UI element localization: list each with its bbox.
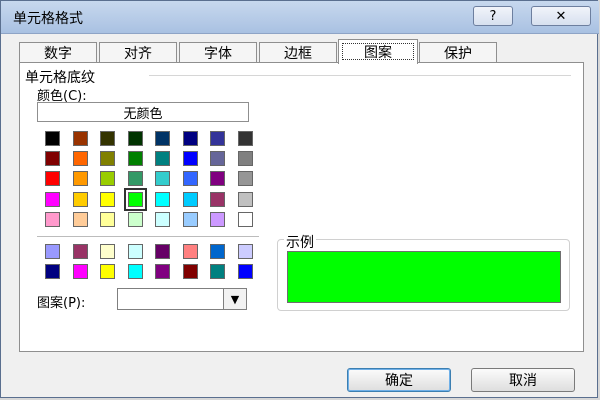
sample-title: 示例	[284, 232, 316, 252]
tab-font[interactable]: 字体	[179, 42, 257, 63]
color-swatch[interactable]	[45, 191, 60, 207]
tab-border[interactable]: 边框	[259, 42, 337, 63]
color-swatch[interactable]	[182, 151, 198, 167]
color-swatch[interactable]	[210, 211, 225, 227]
color-swatch[interactable]	[182, 211, 198, 227]
pattern-dropdown[interactable]: ▼	[117, 288, 247, 310]
color-swatch[interactable]	[72, 151, 88, 167]
color-swatch[interactable]	[100, 211, 115, 227]
tab-alignment[interactable]: 对齐	[99, 42, 177, 63]
help-icon: ?	[489, 8, 497, 24]
color-swatch[interactable]	[100, 244, 115, 259]
color-swatch[interactable]	[210, 191, 225, 207]
color-swatch[interactable]	[210, 264, 225, 280]
color-swatch[interactable]	[155, 191, 170, 207]
color-swatch[interactable]	[45, 211, 60, 227]
color-swatch[interactable]	[45, 151, 60, 167]
color-swatch[interactable]	[182, 264, 198, 280]
color-swatch[interactable]	[127, 211, 143, 227]
no-color-button[interactable]: 无颜色	[37, 102, 249, 122]
color-swatch[interactable]	[45, 171, 60, 187]
cancel-button[interactable]: 取消	[471, 368, 575, 392]
tab-strip: 数字 对齐 字体 边框 图案 保护	[19, 39, 589, 64]
color-swatch[interactable]	[210, 131, 225, 146]
tab-number[interactable]: 数字	[19, 42, 97, 63]
color-swatch[interactable]	[127, 151, 143, 167]
color-swatch[interactable]	[237, 151, 253, 167]
cell-shading-title: 单元格底纹	[25, 67, 99, 87]
color-swatch[interactable]	[155, 264, 170, 280]
color-swatch[interactable]	[100, 131, 115, 146]
color-swatch[interactable]	[237, 171, 253, 187]
color-swatch[interactable]	[127, 264, 143, 280]
color-swatch[interactable]	[155, 211, 170, 227]
close-icon: ✕	[555, 8, 567, 24]
color-swatch[interactable]	[210, 151, 225, 167]
group-divider	[149, 75, 571, 76]
color-swatch[interactable]	[72, 171, 88, 187]
sample-preview	[287, 251, 561, 303]
color-swatch[interactable]	[72, 264, 88, 280]
color-swatch[interactable]	[155, 244, 170, 259]
color-swatch[interactable]	[127, 131, 143, 146]
color-swatch[interactable]	[72, 191, 88, 207]
color-swatch[interactable]	[127, 244, 143, 259]
color-swatch[interactable]	[100, 171, 115, 187]
color-swatch[interactable]	[72, 244, 88, 259]
color-swatch[interactable]	[182, 191, 198, 207]
color-swatch[interactable]	[45, 131, 60, 146]
chevron-down-icon[interactable]: ▼	[223, 289, 246, 309]
color-swatch[interactable]	[155, 151, 170, 167]
color-swatch[interactable]	[100, 191, 115, 207]
color-swatch[interactable]	[182, 171, 198, 187]
color-swatch[interactable]	[210, 171, 225, 187]
tab-patterns[interactable]: 图案	[338, 39, 418, 64]
close-button[interactable]: ✕	[531, 6, 591, 26]
color-swatch[interactable]	[123, 187, 147, 211]
format-cells-dialog: 单元格格式 ? ✕ 数字 对齐 字体 边框 图案 保护 单元格底纹 颜色(C):…	[0, 0, 599, 398]
color-swatch[interactable]	[182, 131, 198, 146]
color-swatch[interactable]	[155, 171, 170, 187]
ok-button[interactable]: 确定	[347, 368, 451, 392]
help-button[interactable]: ?	[473, 6, 513, 26]
color-swatch[interactable]	[100, 264, 115, 280]
color-swatch[interactable]	[237, 211, 253, 227]
color-swatch[interactable]	[237, 244, 253, 259]
color-swatch[interactable]	[210, 244, 225, 259]
dialog-title: 单元格格式	[13, 11, 83, 27]
title-bar: 单元格格式 ? ✕	[1, 1, 599, 34]
color-swatch[interactable]	[155, 131, 170, 146]
tab-protection[interactable]: 保护	[419, 42, 497, 63]
color-swatch[interactable]	[100, 151, 115, 167]
color-swatch[interactable]	[237, 131, 253, 146]
color-swatch[interactable]	[182, 244, 198, 259]
pattern-label: 图案(P):	[37, 296, 86, 311]
color-swatch[interactable]	[72, 131, 88, 146]
color-swatch[interactable]	[45, 264, 60, 280]
color-swatch[interactable]	[237, 264, 253, 280]
color-swatch[interactable]	[127, 171, 143, 187]
palette-separator	[37, 236, 259, 237]
color-swatch[interactable]	[45, 244, 60, 259]
color-swatch[interactable]	[72, 211, 88, 227]
color-swatch[interactable]	[237, 191, 253, 207]
